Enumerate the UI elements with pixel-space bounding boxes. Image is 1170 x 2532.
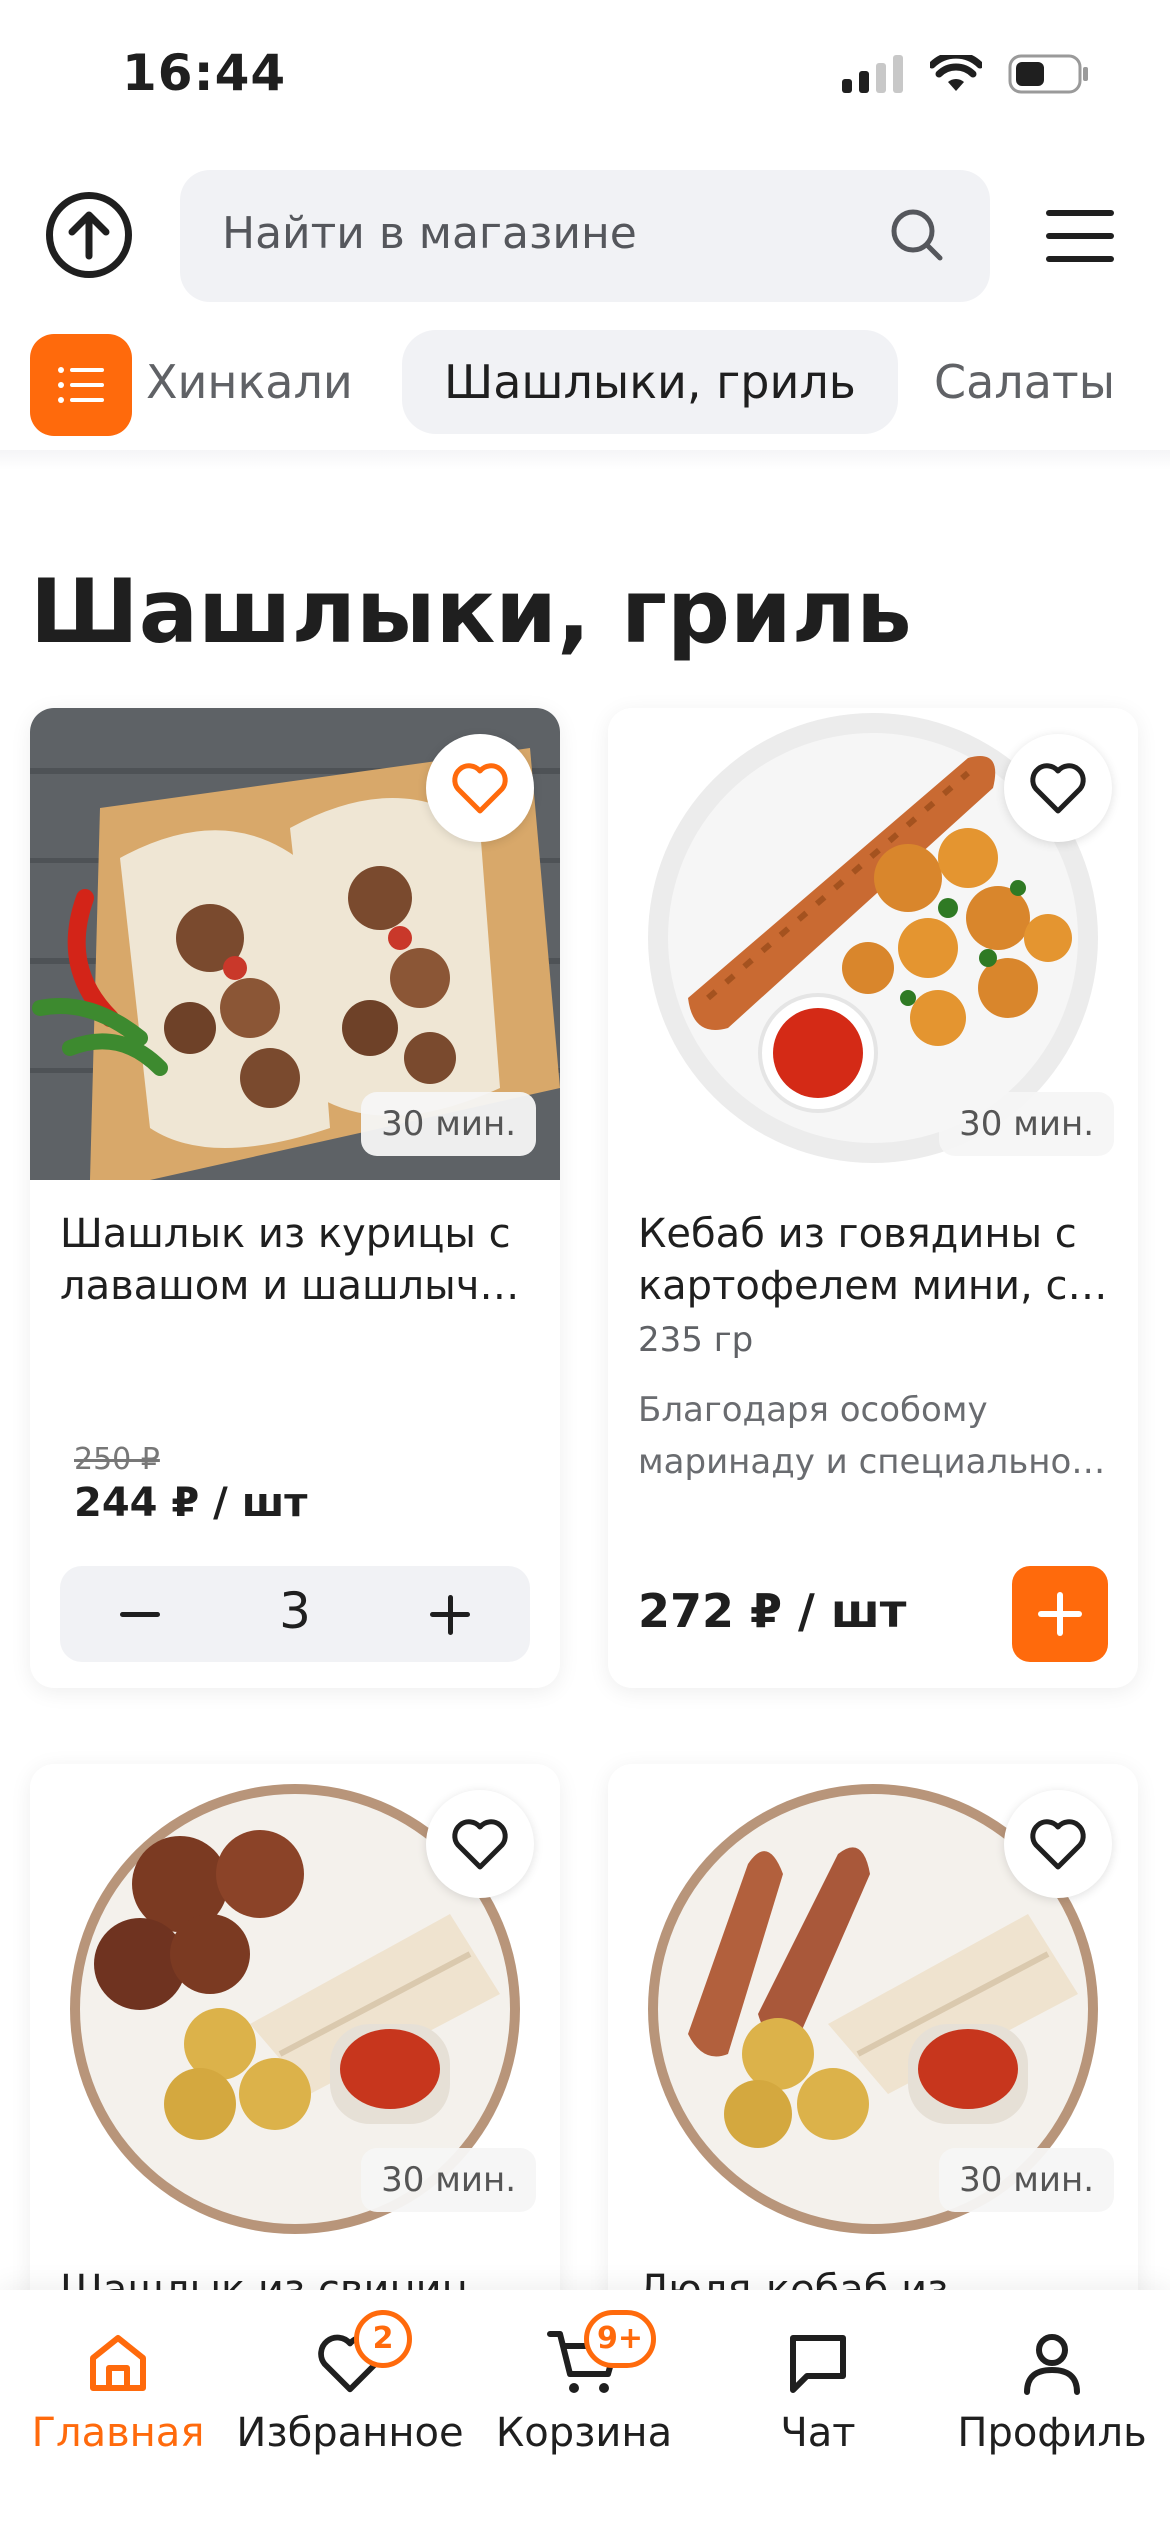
quantity-stepper: 3 — [60, 1566, 530, 1662]
scroll-up-button[interactable] — [46, 192, 132, 278]
divider — [0, 450, 1170, 470]
product-name[interactable]: Шашлык из курицы с лавашом и шашлычн... — [60, 1208, 530, 1312]
nav-label: Корзина — [495, 2410, 673, 2456]
product-card[interactable]: 30 мин. Шашлык из курицы с лавашом и шаш… — [30, 708, 560, 1688]
heart-icon — [1030, 1819, 1086, 1870]
time-badge: 30 мин. — [939, 1092, 1114, 1156]
product-name-line: картофелем мини, со... — [638, 1263, 1108, 1309]
nav-label: Профиль — [957, 2410, 1147, 2456]
product-card[interactable]: 30 мин. Шашлык из свинины с — [30, 1764, 560, 2324]
home-icon — [90, 2335, 146, 2391]
favorite-button[interactable] — [426, 734, 534, 842]
signal-icon — [842, 55, 903, 93]
product-image[interactable]: 30 мин. — [30, 708, 560, 1180]
nav-cart[interactable]: 9+ Корзина — [464, 2310, 704, 2456]
wifi-icon — [930, 55, 982, 91]
product-image[interactable]: 30 мин. — [30, 1764, 560, 2236]
status-time: 16:44 — [122, 44, 287, 102]
chat-icon — [790, 2335, 846, 2393]
description-line: Благодаря особому — [638, 1390, 988, 1430]
list-icon — [58, 367, 104, 403]
status-icons — [842, 54, 1090, 94]
add-to-cart-button[interactable] — [1012, 1566, 1108, 1662]
product-name-line: лавашом и шашлычн... — [60, 1263, 530, 1309]
nav-chat[interactable]: Чат — [698, 2318, 938, 2456]
cart-badge: 9+ — [584, 2310, 657, 2368]
favorite-button[interactable] — [426, 1790, 534, 1898]
nav-profile[interactable]: Профиль — [932, 2318, 1170, 2456]
product-description: Благодаря особому маринаду и специальной… — [638, 1384, 1108, 1488]
battery-icon — [1008, 54, 1088, 94]
product-card[interactable]: 30 мин. Кебаб из говядины с картофелем м… — [608, 708, 1138, 1688]
nav-home[interactable]: Главная — [0, 2318, 238, 2456]
favorite-button[interactable] — [1004, 734, 1112, 842]
favorites-badge: 2 — [354, 2310, 412, 2368]
nav-favorites[interactable]: 2 Избранное — [230, 2310, 470, 2456]
product-price: 272 ₽ / шт — [638, 1584, 907, 1638]
bottom-nav: Главная 2 Избранное 9+ Корзина Чат Профи… — [0, 2290, 1170, 2532]
header: Найти в магазине — [0, 170, 1170, 302]
time-badge: 30 мин. — [939, 2148, 1114, 2212]
heart-icon — [452, 1819, 508, 1870]
search-icon[interactable] — [888, 206, 946, 264]
nav-label: Главная — [31, 2410, 205, 2456]
section-title: Шашлыки, гриль — [30, 560, 912, 663]
product-image[interactable]: 30 мин. — [608, 1764, 1138, 2236]
product-name-line: Кебаб из говядины с — [638, 1211, 1077, 1257]
product-name-line: Шашлык из курицы с — [60, 1211, 511, 1257]
menu-icon[interactable] — [1046, 210, 1114, 262]
product-price: 244 ₽ / шт — [74, 1480, 308, 1526]
time-badge: 30 мин. — [361, 1092, 536, 1156]
category-tabs: Хинкали Шашлыки, гриль Салаты — [0, 330, 1170, 440]
old-price: 250 ₽ — [74, 1442, 160, 1477]
product-image[interactable]: 30 мин. — [608, 708, 1138, 1180]
nav-label: Избранное — [236, 2410, 464, 2456]
profile-icon — [1024, 2334, 1080, 2395]
increase-button-stem[interactable] — [448, 1595, 453, 1635]
heart-icon — [452, 763, 508, 814]
search-input[interactable]: Найти в магазине — [180, 170, 990, 302]
time-badge: 30 мин. — [361, 2148, 536, 2212]
tab-salaty[interactable]: Салаты — [934, 330, 1115, 434]
search-placeholder: Найти в магазине — [222, 208, 637, 259]
tab-shashlyki-gril[interactable]: Шашлыки, гриль — [402, 330, 898, 434]
favorite-button[interactable] — [1004, 1790, 1112, 1898]
product-weight: 235 гр — [638, 1320, 754, 1360]
tab-khinkali[interactable]: Хинкали — [146, 330, 353, 434]
description-line: маринаду и специальной... — [638, 1442, 1108, 1482]
nav-label: Чат — [780, 2410, 856, 2456]
status-bar: 16:44 — [0, 0, 1170, 150]
heart-icon — [1030, 763, 1086, 814]
quantity-value: 3 — [279, 1582, 311, 1640]
category-list-button[interactable] — [30, 334, 132, 436]
product-name[interactable]: Кебаб из говядины с картофелем мини, со.… — [638, 1208, 1108, 1312]
arrow-up-icon — [68, 211, 110, 260]
product-card[interactable]: 30 мин. Люля-кебаб из — [608, 1764, 1138, 2324]
